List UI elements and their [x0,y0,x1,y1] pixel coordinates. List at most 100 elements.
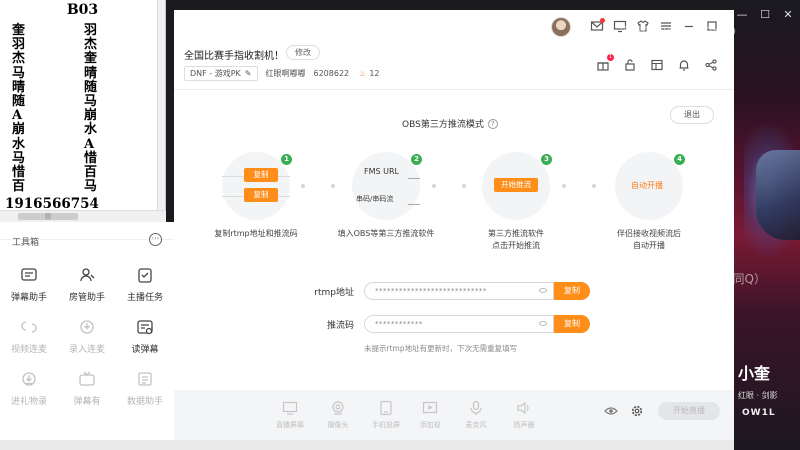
video-brand: OW1L [742,408,776,418]
tool-room-admin[interactable]: 房管助手 [58,262,116,314]
notepad-rows: 奎羽羽杰杰奎马晴晴随随马A崩崩水水A马惜惜百百马 [0,18,165,194]
eye-icon[interactable] [539,321,547,326]
tool-danmaku-tv[interactable]: 弹幕有 [58,366,116,418]
phone-cast-button[interactable]: 手机投屏 [366,400,406,430]
tool-task[interactable]: 主播任务 [116,262,174,314]
tool-danmaku-assistant[interactable]: 弹幕助手 [0,262,58,314]
notepad-cell: 马 [84,93,98,109]
notepad-cell: 随 [12,93,26,109]
mode-title-text: OBS第三方推流模式 [402,120,484,130]
room-header: 全国比赛手指收割机！ 修改 DNF - 游戏PK ✎ 红眼啊嘟嘟 6208622 … [174,44,734,90]
copy-rtmp-button[interactable]: 复制 [554,282,590,300]
character-art [756,150,800,240]
stream-key-input[interactable]: ************ [364,315,554,333]
room-title: 全国比赛手指收割机！ [184,51,284,62]
maximize-icon[interactable]: ☐ [759,9,771,21]
help-icon[interactable]: ? [487,118,498,129]
bell-icon[interactable] [677,58,691,72]
eye-icon[interactable] [539,288,547,293]
tool-label: 进礼物录 [10,397,47,407]
tool-video-link[interactable]: 视频连麦 [0,314,58,366]
lock-icon[interactable] [623,58,637,72]
phone-cast-icon [380,400,392,416]
streaming-app-window: 全国比赛手指收割机！ 修改 DNF - 游戏PK ✎ 红眼啊嘟嘟 6208622 … [174,10,734,440]
camera-button[interactable]: 摄像头 [318,400,358,430]
notepad-cell: 晴 [12,79,26,95]
exit-button[interactable]: 退出 [670,106,714,124]
mail-icon[interactable] [590,18,605,33]
read-danmaku-icon [136,318,154,336]
toolbox-title: 工具箱 [12,238,40,248]
rtmp-value: **************************** [375,287,487,295]
notepad-row: 马晴 [0,65,165,81]
fms-url-label: FMS URL [364,167,399,176]
edit-title-button[interactable]: 修改 [286,45,320,60]
step-1-copy-chip: 复制 [244,168,278,182]
more-circle-icon[interactable]: ··· [149,233,162,246]
notepad-cell: 崩 [12,122,26,138]
video-preview: 小奎 红眼 · 剑影 OW1L [734,0,800,450]
copy-stream-key-button[interactable]: 复制 [554,315,590,333]
close-icon[interactable]: ✕ [782,9,794,21]
record-link-icon [78,318,96,336]
step-2-illustration: 2 FMS URL 串码/串码流 [352,152,422,220]
step-4-illustration: 4 自动开播 [615,152,685,220]
tool-data[interactable]: 数据助手 [116,366,174,418]
add-video-button[interactable]: 添加视 [410,400,450,430]
notepad-vertical-scrollbar[interactable] [157,0,165,210]
avatar[interactable] [551,17,571,37]
notepad-row: 惜百 [0,165,165,180]
notepad-scroll-thumb[interactable]: ||| [18,213,78,220]
auto-live-label: 自动开播 [631,181,663,190]
video-subtitle: 红眼 · 剑影 [738,391,778,400]
notepad-cell: 杰 [12,51,26,67]
video-title: 小奎 [738,364,771,383]
notepad-cell: 水 [84,122,98,138]
tool-label: 录入连麦 [68,345,105,355]
add-video-label: 添加视 [419,421,441,429]
screen-label: 直播屏幕 [276,421,304,429]
category-tag[interactable]: DNF - 游戏PK ✎ [184,66,258,81]
speaker-icon [517,401,529,415]
speaker-label: 扬声器 [513,421,535,429]
add-video-icon [422,401,438,414]
start-live-button[interactable]: 开始直播 [658,402,720,420]
tool-gift-record[interactable]: 进礼物录 [0,366,58,418]
step-3-description: 第三方推流软件 点击开始推流 [488,229,544,250]
share-icon[interactable] [704,58,718,72]
tool-read-danmaku[interactable]: 读弹幕 [116,314,174,366]
danmaku-tv-icon [78,370,96,388]
step-3-number: 3 [541,154,552,165]
stream-key-row: 推流码 ************ 复制 [304,314,604,334]
rtmp-input[interactable]: **************************** [364,282,554,300]
step-connector [432,184,466,188]
speaker-button[interactable]: 扬声器 [504,400,544,430]
step-4-description: 伴侣接收视频流后 自动开播 [617,229,681,250]
layout-icon[interactable] [650,58,664,72]
toolbox-header: 工具箱 ··· [0,222,174,248]
room-admin-icon [78,266,96,284]
gift-icon[interactable]: 1 [596,54,614,72]
step-2-description: 填入OBS等第三方推流软件 [337,229,435,238]
screen-button[interactable]: 直播屏幕 [270,400,310,430]
eye-icon[interactable] [604,404,618,418]
tool-label: 读弹幕 [131,345,159,355]
notepad-cell: 马 [12,65,26,81]
tool-record-link[interactable]: 录入连麦 [58,314,116,366]
step-1-number: 1 [281,154,292,165]
room-id: 6208622 [313,69,350,78]
notepad-horizontal-scrollbar[interactable]: ||| [0,210,166,222]
tool-label: 数据助手 [126,397,163,407]
step-connector [301,184,335,188]
notepad-cell: 马 [12,150,26,166]
mic-button[interactable]: 麦克风 [456,400,496,430]
video-link-icon [20,318,38,336]
taskbar-strip [0,440,734,450]
header-icons: 1 [596,54,718,72]
gear-icon[interactable] [630,404,644,418]
minimize-icon[interactable]: — [736,9,748,21]
obs-mode-panel: OBS第三方推流模式 ? 退出 1 复制 复制 2 FMS URL 串码/串码流… [174,90,734,390]
notepad-row: 崩水 [0,123,165,137]
notepad-cell: 马 [84,179,98,195]
task-icon [136,266,154,284]
